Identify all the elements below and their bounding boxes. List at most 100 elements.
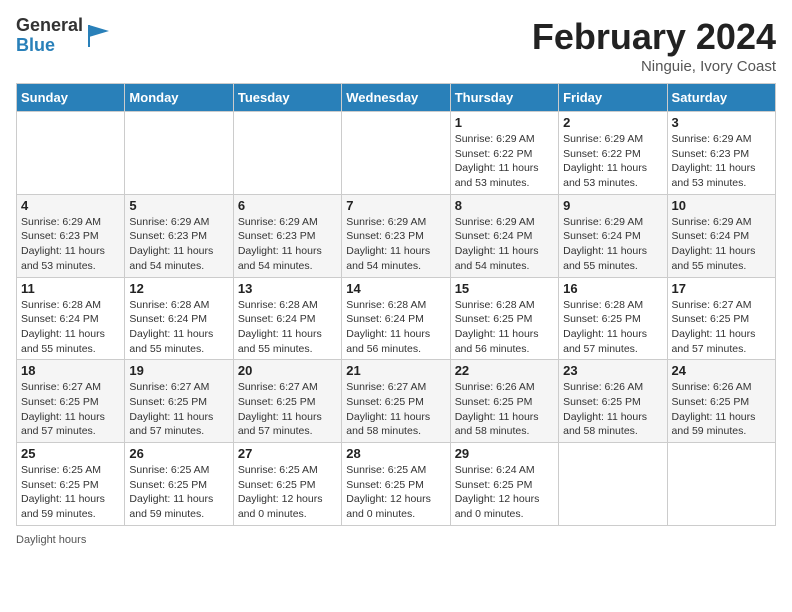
calendar-cell: 11 Sunrise: 6:28 AMSunset: 6:24 PMDayligh…	[17, 277, 125, 360]
logo-flag-icon	[85, 21, 113, 49]
logo-blue-text: Blue	[16, 36, 83, 56]
calendar-cell: 16 Sunrise: 6:28 AMSunset: 6:25 PMDayligh…	[559, 277, 667, 360]
day-number: 10	[672, 198, 771, 213]
calendar-cell: 1 Sunrise: 6:29 AMSunset: 6:22 PMDaylight…	[450, 112, 558, 195]
calendar-cell: 9 Sunrise: 6:29 AMSunset: 6:24 PMDaylight…	[559, 194, 667, 277]
calendar-cell: 17Sunrise: 6:27 AMSunset: 6:25 PMDayligh…	[667, 277, 775, 360]
day-of-week-header: Wednesday	[342, 84, 450, 112]
calendar-cell: 5Sunrise: 6:29 AMSunset: 6:23 PMDaylight…	[125, 194, 233, 277]
day-number: 9	[563, 198, 662, 213]
calendar-cell	[233, 112, 341, 195]
day-info: Sunrise: 6:28 AMSunset: 6:25 PMDaylight:…	[455, 298, 554, 357]
day-number: 19	[129, 363, 228, 378]
day-number: 15	[455, 281, 554, 296]
day-info: Sunrise: 6:27 AMSunset: 6:25 PMDaylight:…	[21, 380, 120, 439]
day-number: 20	[238, 363, 337, 378]
day-of-week-header: Sunday	[17, 84, 125, 112]
day-number: 11	[21, 281, 120, 296]
day-number: 4	[21, 198, 120, 213]
day-number: 14	[346, 281, 445, 296]
day-info: Sunrise: 6:25 AMSunset: 6:25 PMDaylight:…	[238, 463, 337, 522]
location: Ninguie, Ivory Coast	[532, 58, 776, 75]
calendar-cell: 15 Sunrise: 6:28 AMSunset: 6:25 PMDayligh…	[450, 277, 558, 360]
day-number: 21	[346, 363, 445, 378]
logo-general-text: General	[16, 16, 83, 36]
day-number: 24	[672, 363, 771, 378]
calendar-cell: 7 Sunrise: 6:29 AMSunset: 6:23 PMDaylight…	[342, 194, 450, 277]
calendar-cell	[342, 112, 450, 195]
calendar-cell: 18 Sunrise: 6:27 AMSunset: 6:25 PMDayligh…	[17, 360, 125, 443]
calendar-cell: 14 Sunrise: 6:28 AMSunset: 6:24 PMDayligh…	[342, 277, 450, 360]
calendar-cell: 20Sunrise: 6:27 AMSunset: 6:25 PMDayligh…	[233, 360, 341, 443]
day-info: Sunrise: 6:28 AMSunset: 6:24 PMDaylight:…	[346, 298, 445, 357]
day-of-week-header: Monday	[125, 84, 233, 112]
day-number: 16	[563, 281, 662, 296]
calendar-cell: 23 Sunrise: 6:26 AMSunset: 6:25 PMDayligh…	[559, 360, 667, 443]
calendar-cell: 19Sunrise: 6:27 AMSunset: 6:25 PMDayligh…	[125, 360, 233, 443]
calendar-cell: 29 Sunrise: 6:24 AMSunset: 6:25 PMDayligh…	[450, 443, 558, 526]
footer-note: Daylight hours	[16, 534, 776, 546]
day-info: Sunrise: 6:26 AMSunset: 6:25 PMDaylight:…	[455, 380, 554, 439]
day-info: Sunrise: 6:29 AMSunset: 6:23 PMDaylight:…	[21, 215, 120, 274]
calendar-cell: 13 Sunrise: 6:28 AMSunset: 6:24 PMDayligh…	[233, 277, 341, 360]
day-info: Sunrise: 6:29 AMSunset: 6:23 PMDaylight:…	[672, 132, 771, 191]
day-info: Sunrise: 6:25 AMSunset: 6:25 PMDaylight:…	[21, 463, 120, 522]
calendar-cell: 4 Sunrise: 6:29 AMSunset: 6:23 PMDaylight…	[17, 194, 125, 277]
logo: General Blue	[16, 16, 113, 56]
day-number: 7	[346, 198, 445, 213]
calendar-cell	[17, 112, 125, 195]
day-info: Sunrise: 6:29 AMSunset: 6:24 PMDaylight:…	[563, 215, 662, 274]
calendar-header-row: SundayMondayTuesdayWednesdayThursdayFrid…	[17, 84, 776, 112]
day-number: 2	[563, 115, 662, 130]
day-of-week-header: Saturday	[667, 84, 775, 112]
day-number: 18	[21, 363, 120, 378]
calendar-cell: 24 Sunrise: 6:26 AMSunset: 6:25 PMDayligh…	[667, 360, 775, 443]
day-number: 25	[21, 446, 120, 461]
calendar-week-row: 18 Sunrise: 6:27 AMSunset: 6:25 PMDayligh…	[17, 360, 776, 443]
day-info: Sunrise: 6:28 AMSunset: 6:24 PMDaylight:…	[21, 298, 120, 357]
calendar-cell	[125, 112, 233, 195]
day-number: 13	[238, 281, 337, 296]
day-info: Sunrise: 6:25 AMSunset: 6:25 PMDaylight:…	[346, 463, 445, 522]
day-info: Sunrise: 6:28 AMSunset: 6:25 PMDaylight:…	[563, 298, 662, 357]
day-info: Sunrise: 6:24 AMSunset: 6:25 PMDaylight:…	[455, 463, 554, 522]
day-number: 27	[238, 446, 337, 461]
day-info: Sunrise: 6:29 AMSunset: 6:24 PMDaylight:…	[455, 215, 554, 274]
month-year: February 2024	[532, 16, 776, 58]
day-number: 3	[672, 115, 771, 130]
day-number: 22	[455, 363, 554, 378]
day-info: Sunrise: 6:26 AMSunset: 6:25 PMDaylight:…	[563, 380, 662, 439]
day-number: 1	[455, 115, 554, 130]
day-info: Sunrise: 6:28 AMSunset: 6:24 PMDaylight:…	[129, 298, 228, 357]
day-number: 12	[129, 281, 228, 296]
day-info: Sunrise: 6:26 AMSunset: 6:25 PMDaylight:…	[672, 380, 771, 439]
day-info: Sunrise: 6:28 AMSunset: 6:24 PMDaylight:…	[238, 298, 337, 357]
calendar-cell: 22 Sunrise: 6:26 AMSunset: 6:25 PMDayligh…	[450, 360, 558, 443]
calendar-week-row: 4 Sunrise: 6:29 AMSunset: 6:23 PMDaylight…	[17, 194, 776, 277]
calendar-cell	[667, 443, 775, 526]
day-of-week-header: Thursday	[450, 84, 558, 112]
calendar-cell	[559, 443, 667, 526]
calendar-cell: 6 Sunrise: 6:29 AMSunset: 6:23 PMDaylight…	[233, 194, 341, 277]
day-info: Sunrise: 6:25 AMSunset: 6:25 PMDaylight:…	[129, 463, 228, 522]
calendar-cell: 2Sunrise: 6:29 AMSunset: 6:22 PMDaylight…	[559, 112, 667, 195]
calendar-week-row: 25 Sunrise: 6:25 AMSunset: 6:25 PMDayligh…	[17, 443, 776, 526]
day-number: 29	[455, 446, 554, 461]
day-of-week-header: Tuesday	[233, 84, 341, 112]
day-info: Sunrise: 6:27 AMSunset: 6:25 PMDaylight:…	[672, 298, 771, 357]
day-number: 6	[238, 198, 337, 213]
day-number: 23	[563, 363, 662, 378]
day-info: Sunrise: 6:29 AMSunset: 6:23 PMDaylight:…	[346, 215, 445, 274]
header: General Blue February 2024 Ninguie, Ivor…	[16, 16, 776, 75]
calendar-cell: 28Sunrise: 6:25 AMSunset: 6:25 PMDayligh…	[342, 443, 450, 526]
calendar-cell: 12 Sunrise: 6:28 AMSunset: 6:24 PMDayligh…	[125, 277, 233, 360]
calendar-cell: 26Sunrise: 6:25 AMSunset: 6:25 PMDayligh…	[125, 443, 233, 526]
day-info: Sunrise: 6:29 AMSunset: 6:22 PMDaylight:…	[455, 132, 554, 191]
calendar-cell: 3 Sunrise: 6:29 AMSunset: 6:23 PMDaylight…	[667, 112, 775, 195]
day-number: 5	[129, 198, 228, 213]
calendar-cell: 21Sunrise: 6:27 AMSunset: 6:25 PMDayligh…	[342, 360, 450, 443]
calendar-cell: 25 Sunrise: 6:25 AMSunset: 6:25 PMDayligh…	[17, 443, 125, 526]
day-info: Sunrise: 6:29 AMSunset: 6:23 PMDaylight:…	[238, 215, 337, 274]
calendar-week-row: 11 Sunrise: 6:28 AMSunset: 6:24 PMDayligh…	[17, 277, 776, 360]
calendar-week-row: 1 Sunrise: 6:29 AMSunset: 6:22 PMDaylight…	[17, 112, 776, 195]
